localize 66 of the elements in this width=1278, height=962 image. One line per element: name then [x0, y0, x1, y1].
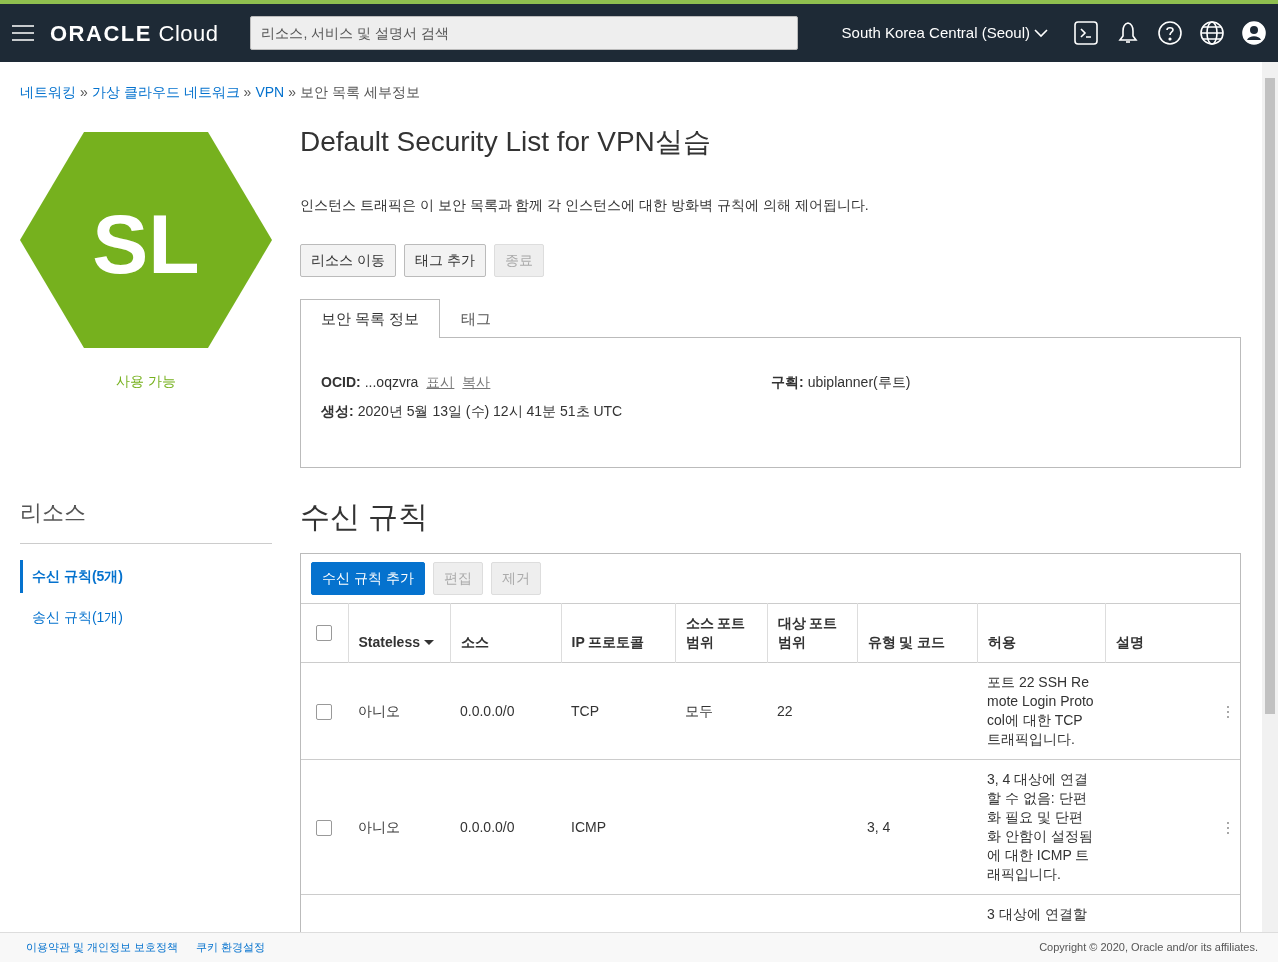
checkbox[interactable]	[316, 624, 332, 641]
action-button[interactable]: 태그 추가	[403, 243, 486, 277]
description: 인스턴스 트래픽은 이 보안 목록과 함께 각 인스턴스에 대한 방화벽 규칙에 의해 제어됩니다.	[300, 195, 870, 215]
table-cell: 3, 4	[867, 818, 891, 835]
breadcrumb-current: 보안 목록 세부정보	[299, 83, 420, 102]
side-nav-link[interactable]: 송신 규칙(1개)	[20, 601, 300, 634]
breadcrumb-link[interactable]: 네트워킹	[20, 82, 76, 103]
tab[interactable]: 태그	[440, 298, 513, 339]
checkbox[interactable]	[316, 819, 332, 836]
terminal-icon[interactable]	[1074, 21, 1098, 45]
column-header: 유형 및 코드	[867, 633, 946, 653]
copyright-text: Copyright © 2020, Oracle and/or its affiliates.	[1039, 940, 1258, 956]
checkbox[interactable]	[316, 703, 332, 720]
table-cell: 3, 4 대상에 연결할 수 없음: 단편화 필요 및 단편화 안함이 설정됨에 대한 ICMP 트래픽입니다.	[987, 771, 1093, 883]
field-label: OCID:	[321, 373, 361, 393]
status-label: 사용 가능	[115, 372, 177, 391]
footer-link[interactable]: 이용약관 및 개인정보 보호정책	[26, 939, 179, 956]
table-cell: 포트 22 SSH Remote Login Protocol에 대한 TCP 트래픽입니다.	[987, 674, 1094, 748]
breadcrumb-link[interactable]: 가상 클라우드 네트워크	[91, 82, 240, 103]
user-icon[interactable]	[1242, 21, 1266, 45]
table-cell: 22	[777, 702, 793, 719]
breadcrumb-separator: »	[80, 83, 88, 102]
page-title: Default Security List for VPN실습	[300, 125, 712, 159]
help-icon[interactable]	[1158, 21, 1182, 45]
tab[interactable]: 보안 목록 정보	[300, 298, 441, 339]
action-button[interactable]: 리소스 이동	[300, 243, 396, 277]
menu-icon[interactable]	[12, 25, 34, 41]
table-cell: 3 대상에 연결할	[987, 906, 1087, 923]
field-label: 구획:	[771, 373, 804, 393]
region-selector[interactable]: South Korea Central (Seoul)	[835, 20, 1054, 46]
section-title: 수신 규칙	[300, 499, 430, 536]
table-cell: 모두	[685, 702, 713, 719]
globe-icon[interactable]	[1200, 21, 1224, 45]
text-link[interactable]: 표시	[426, 372, 455, 394]
breadcrumb-link[interactable]: VPN	[255, 82, 285, 103]
table-cell: ICMP	[571, 818, 606, 835]
sortable-column-header[interactable]: Stateless	[358, 633, 434, 653]
table-cell: 아니오	[358, 818, 400, 835]
column-header: 허용	[987, 633, 1016, 653]
breadcrumb-separator: »	[288, 83, 296, 102]
toolbar-button[interactable]: 수신 규칙 추가	[311, 562, 425, 596]
field-value: 2020년 5월 13일 (수) 12시 41분 51초 UTC	[357, 402, 623, 422]
table-cell: 0.0.0.0/0	[460, 818, 515, 835]
footer-link[interactable]: 쿠키 환경설정	[196, 939, 266, 956]
caret-down-icon	[424, 640, 434, 646]
bell-icon[interactable]	[1116, 21, 1140, 45]
column-header: 소스 포트 범위	[685, 614, 747, 653]
field-label: 생성:	[321, 402, 354, 422]
search-field[interactable]: 리소스, 서비스 및 설명서 검색	[250, 16, 799, 50]
resource-hexagon-icon: SL	[20, 131, 272, 349]
section-title: 리소스	[20, 499, 87, 527]
column-header: 대상 포트 범위	[777, 614, 839, 653]
column-header: 소스	[460, 633, 489, 653]
scrollbar[interactable]	[1262, 62, 1278, 932]
chevron-down-icon	[1034, 28, 1048, 38]
table-cell: 아니오	[358, 702, 400, 719]
side-nav-link[interactable]: 수신 규칙(5개)	[20, 560, 300, 593]
logo[interactable]: ORACLE Cloud	[50, 16, 219, 50]
text-link[interactable]: 복사	[462, 372, 491, 394]
column-header: 설명	[1115, 633, 1144, 653]
table-cell: TCP	[571, 702, 599, 719]
field-value: ...oqzvra	[364, 373, 419, 393]
column-header: IP 프로토콜	[571, 633, 645, 653]
field-value: ubiplanner(루트)	[807, 373, 911, 393]
table-cell: 0.0.0.0/0	[460, 702, 515, 719]
breadcrumb-separator: »	[243, 83, 252, 102]
